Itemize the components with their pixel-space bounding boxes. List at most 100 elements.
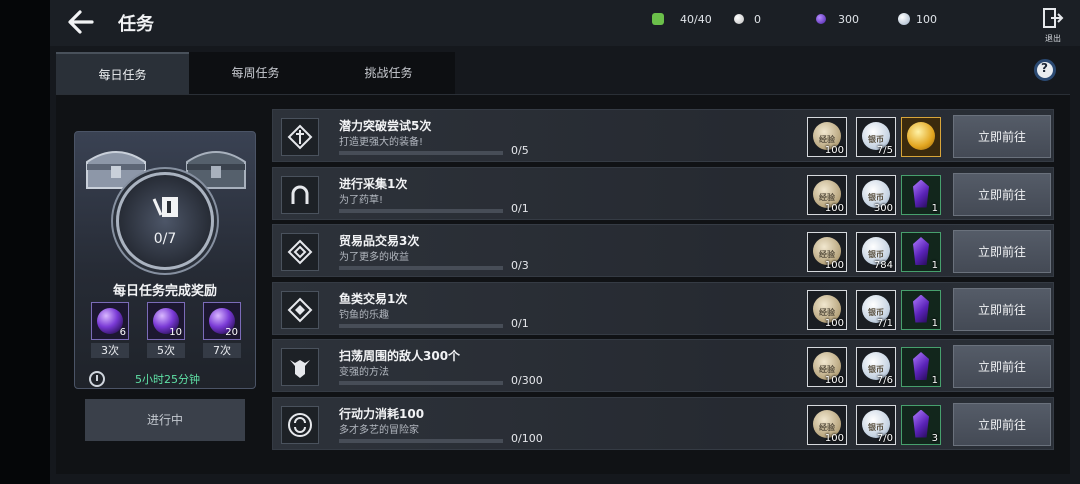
pearl-value: 0 [754, 12, 761, 26]
coin-label: 经验 [819, 135, 835, 144]
reward-item[interactable]: 1 [901, 347, 941, 387]
coin-label: 经验 [819, 365, 835, 374]
task-progress-bar [339, 266, 503, 270]
reward-count: 7/1 [876, 317, 893, 329]
task-description: 为了药草! [339, 194, 384, 206]
reward-item[interactable] [901, 117, 941, 157]
back-arrow-icon[interactable] [66, 8, 96, 36]
reward-count: 100 [824, 260, 844, 271]
task-row: 鱼类交易1次 钓鱼的乐趣 0/1 经验 100 银币 7/1 1 立即前往 [272, 281, 1054, 335]
orb-amount: 10 [169, 327, 182, 338]
reward-item[interactable]: 银币 784 [856, 232, 896, 272]
reward-item[interactable]: 1 [901, 174, 941, 215]
reward-item[interactable]: 银币 7/1 [856, 289, 896, 330]
reward-item[interactable]: 银币 7/6 [856, 347, 896, 387]
coin-label: 经验 [819, 307, 835, 317]
fish-trade-icon [281, 290, 319, 329]
reward-count: 100 [824, 432, 844, 444]
task-progress-bar [339, 438, 503, 443]
purple-crystal-icon [913, 352, 929, 380]
coin-label: 经验 [819, 250, 835, 259]
timer-text: 5小时25分钟 [135, 373, 200, 386]
task-list[interactable]: 潜力突破尝试5次 打造更强大的装备! 0/5 经验 100 银币 7/5 立即前往 进行采集1次… [272, 109, 1054, 469]
reward-item[interactable]: 银币 7/0 [856, 404, 896, 445]
go-now-button[interactable]: 立即前往 [953, 172, 1051, 216]
reward-count: 100 [824, 202, 844, 214]
reward-count: 1 [931, 317, 938, 329]
task-name: 扫荡周围的敌人300个 [339, 349, 461, 363]
left-bezel [0, 0, 50, 484]
milestone-reward[interactable]: 20 7次 [203, 302, 241, 358]
reward-item[interactable]: 经验 100 [807, 117, 847, 157]
task-name: 进行采集1次 [339, 176, 408, 191]
exit-door-icon [1043, 8, 1064, 28]
purple-crystal-icon [913, 294, 929, 323]
go-now-button[interactable]: 立即前往 [953, 345, 1051, 388]
stamina-value: 40/40 [680, 12, 712, 26]
reward-count: 784 [873, 260, 893, 271]
stamina-icon [652, 13, 664, 25]
exit-button[interactable]: 退出 [1042, 8, 1064, 43]
refresh-icon [281, 405, 319, 444]
in-progress-button[interactable]: 进行中 [85, 399, 245, 441]
task-description: 钓鱼的乐趣 [339, 309, 389, 321]
go-now-button[interactable]: 立即前往 [953, 115, 1051, 158]
stamina-resource: 40/40 [652, 11, 712, 27]
task-progress: 0/5 [511, 144, 529, 157]
help-icon[interactable] [1034, 59, 1056, 81]
top-bar: 任务 40/40 0 300 100 退出 [50, 0, 1080, 46]
task-progress: 0/300 [511, 374, 543, 387]
task-description: 变强的方法 [339, 367, 389, 378]
reward-item[interactable]: 1 [901, 289, 941, 330]
task-progress: 0/100 [511, 431, 543, 445]
task-row: 行动力消耗100 多才多艺的冒险家 0/100 经验 100 银币 7/0 3 立即前往 [272, 396, 1054, 450]
daily-reward-card: 0/7 每日任务完成奖励 6 3次 10 5次 20 7次 5小时25分钟 [74, 131, 256, 389]
purple-gem-icon [816, 14, 826, 24]
tab-challenge[interactable]: 挑战任务 [322, 52, 455, 94]
coin-label: 银币 [868, 135, 884, 144]
reward-item[interactable]: 银币 300 [856, 174, 896, 215]
reward-item[interactable]: 经验 100 [807, 289, 847, 330]
exit-label: 退出 [1045, 34, 1061, 43]
reward-item[interactable]: 1 [901, 232, 941, 272]
orb-slot: 10 [147, 302, 185, 340]
coin-label: 银币 [868, 365, 884, 374]
task-name: 贸易品交易3次 [339, 234, 420, 248]
trade-icon [281, 233, 319, 271]
coin-label: 经验 [819, 192, 835, 202]
milestone-rewards: 6 3次 10 5次 20 7次 [91, 302, 241, 358]
main-panel: 0/7 每日任务完成奖励 6 3次 10 5次 20 7次 5小时25分钟 进行… [56, 94, 1070, 474]
completion-emblem: 0/7 [116, 172, 214, 270]
task-progress: 0/1 [511, 201, 529, 215]
milestone-reward[interactable]: 10 5次 [147, 302, 185, 358]
task-progress-bar [339, 381, 503, 385]
gold-coin-icon [907, 122, 935, 150]
reward-item[interactable]: 经验 100 [807, 404, 847, 445]
purple-gem-value: 300 [838, 12, 859, 26]
reward-item[interactable]: 经验 100 [807, 347, 847, 387]
go-now-button[interactable]: 立即前往 [953, 287, 1051, 331]
go-now-button[interactable]: 立即前往 [953, 230, 1051, 273]
coin-label: 经验 [819, 422, 835, 432]
milestone-reward[interactable]: 6 3次 [91, 302, 129, 358]
orb-slot: 20 [203, 302, 241, 340]
task-progress: 0/1 [511, 316, 529, 330]
reward-item[interactable]: 银币 7/5 [856, 117, 896, 157]
task-name: 行动力消耗100 [339, 406, 425, 421]
reward-item[interactable]: 经验 100 [807, 174, 847, 215]
reward-item[interactable]: 经验 100 [807, 232, 847, 272]
clock-icon [89, 371, 105, 387]
tab-daily[interactable]: 每日任务 [56, 52, 189, 94]
go-now-button[interactable]: 立即前往 [953, 402, 1051, 446]
reward-count: 300 [873, 202, 893, 214]
orb-threshold: 3次 [91, 343, 129, 358]
horseshoe-icon [281, 175, 319, 214]
reward-count: 3 [931, 432, 938, 444]
tab-weekly[interactable]: 每周任务 [189, 52, 322, 94]
task-row: 扫荡周围的敌人300个 变强的方法 0/300 经验 100 银币 7/6 1 立即前往 [272, 339, 1054, 392]
completion-count: 0/7 [153, 231, 177, 247]
reward-item[interactable]: 3 [901, 404, 941, 445]
task-row: 潜力突破尝试5次 打造更强大的装备! 0/5 经验 100 银币 7/5 立即前往 [272, 109, 1054, 162]
purple-crystal-icon [913, 237, 929, 265]
purple-crystal-icon [913, 179, 929, 208]
